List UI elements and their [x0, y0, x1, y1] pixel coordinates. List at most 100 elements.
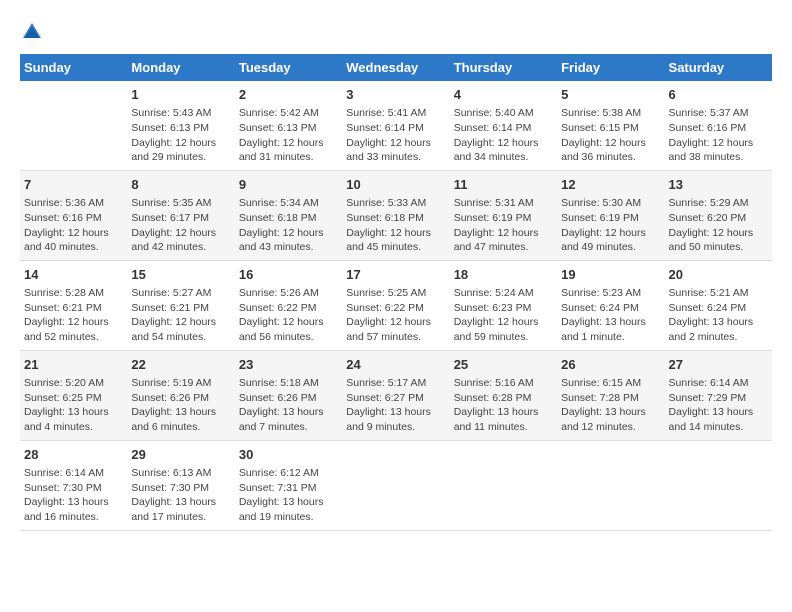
day-number: 18 — [454, 266, 553, 284]
day-info: Sunrise: 6:12 AM Sunset: 7:31 PM Dayligh… — [239, 466, 338, 525]
calendar-cell: 12 Sunrise: 5:30 AM Sunset: 6:19 PM Dayli… — [557, 170, 664, 260]
calendar-cell: 18 Sunrise: 5:24 AM Sunset: 6:23 PM Dayli… — [450, 260, 557, 350]
day-info: Sunrise: 5:41 AM Sunset: 6:14 PM Dayligh… — [346, 106, 445, 165]
day-number: 26 — [561, 356, 660, 374]
day-number: 20 — [669, 266, 768, 284]
day-info: Sunrise: 5:31 AM Sunset: 6:19 PM Dayligh… — [454, 196, 553, 255]
day-number: 12 — [561, 176, 660, 194]
day-info: Sunrise: 5:28 AM Sunset: 6:21 PM Dayligh… — [24, 286, 123, 345]
calendar-cell: 13 Sunrise: 5:29 AM Sunset: 6:20 PM Dayli… — [665, 170, 772, 260]
calendar-week-row: 14Sunrise: 5:28 AM Sunset: 6:21 PM Dayli… — [20, 260, 772, 350]
calendar-week-row: 7 Sunrise: 5:36 AM Sunset: 6:16 PM Daylig… — [20, 170, 772, 260]
day-info: Sunrise: 5:33 AM Sunset: 6:18 PM Dayligh… — [346, 196, 445, 255]
calendar-cell: 2 Sunrise: 5:42 AM Sunset: 6:13 PM Daylig… — [235, 81, 342, 170]
calendar-cell: 28 Sunrise: 6:14 AM Sunset: 7:30 PM Dayli… — [20, 440, 127, 530]
day-number: 16 — [239, 266, 338, 284]
day-info: Sunrise: 5:20 AM Sunset: 6:25 PM Dayligh… — [24, 376, 123, 435]
calendar-cell: 3 Sunrise: 5:41 AM Sunset: 6:14 PM Daylig… — [342, 81, 449, 170]
calendar-cell — [20, 81, 127, 170]
calendar-cell: 17 Sunrise: 5:25 AM Sunset: 6:22 PM Dayli… — [342, 260, 449, 350]
day-number: 24 — [346, 356, 445, 374]
day-info: Sunrise: 5:29 AM Sunset: 6:20 PM Dayligh… — [669, 196, 768, 255]
calendar-cell: 26Sunrise: 6:15 AM Sunset: 7:28 PM Dayli… — [557, 350, 664, 440]
day-number: 19 — [561, 266, 660, 284]
day-number: 11 — [454, 176, 553, 194]
calendar-cell: 1 Sunrise: 5:43 AM Sunset: 6:13 PM Daylig… — [127, 81, 234, 170]
weekday-header: Monday — [127, 54, 234, 81]
day-number: 1 — [131, 86, 230, 104]
day-info: Sunrise: 5:40 AM Sunset: 6:14 PM Dayligh… — [454, 106, 553, 165]
day-number: 5 — [561, 86, 660, 104]
calendar-cell — [665, 440, 772, 530]
weekday-header: Wednesday — [342, 54, 449, 81]
calendar-week-row: 1 Sunrise: 5:43 AM Sunset: 6:13 PM Daylig… — [20, 81, 772, 170]
weekday-header: Tuesday — [235, 54, 342, 81]
calendar-cell: 25Sunrise: 5:16 AM Sunset: 6:28 PM Dayli… — [450, 350, 557, 440]
calendar-cell: 9 Sunrise: 5:34 AM Sunset: 6:18 PM Daylig… — [235, 170, 342, 260]
day-info: Sunrise: 5:19 AM Sunset: 6:26 PM Dayligh… — [131, 376, 230, 435]
day-info: Sunrise: 5:36 AM Sunset: 6:16 PM Dayligh… — [24, 196, 123, 255]
logo — [20, 20, 48, 44]
day-number: 21 — [24, 356, 123, 374]
calendar-table: SundayMondayTuesdayWednesdayThursdayFrid… — [20, 54, 772, 531]
calendar-cell: 5 Sunrise: 5:38 AM Sunset: 6:15 PM Daylig… — [557, 81, 664, 170]
day-info: Sunrise: 5:27 AM Sunset: 6:21 PM Dayligh… — [131, 286, 230, 345]
calendar-cell: 6 Sunrise: 5:37 AM Sunset: 6:16 PM Daylig… — [665, 81, 772, 170]
day-info: Sunrise: 5:18 AM Sunset: 6:26 PM Dayligh… — [239, 376, 338, 435]
day-number: 7 — [24, 176, 123, 194]
calendar-cell: 14Sunrise: 5:28 AM Sunset: 6:21 PM Dayli… — [20, 260, 127, 350]
day-number: 25 — [454, 356, 553, 374]
calendar-cell: 24Sunrise: 5:17 AM Sunset: 6:27 PM Dayli… — [342, 350, 449, 440]
day-number: 28 — [24, 446, 123, 464]
calendar-cell: 16Sunrise: 5:26 AM Sunset: 6:22 PM Dayli… — [235, 260, 342, 350]
calendar-cell: 10 Sunrise: 5:33 AM Sunset: 6:18 PM Dayli… — [342, 170, 449, 260]
day-number: 13 — [669, 176, 768, 194]
day-info: Sunrise: 6:14 AM Sunset: 7:30 PM Dayligh… — [24, 466, 123, 525]
calendar-cell: 23Sunrise: 5:18 AM Sunset: 6:26 PM Dayli… — [235, 350, 342, 440]
calendar-cell: 30 Sunrise: 6:12 AM Sunset: 7:31 PM Dayli… — [235, 440, 342, 530]
calendar-cell — [342, 440, 449, 530]
day-number: 4 — [454, 86, 553, 104]
day-number: 10 — [346, 176, 445, 194]
day-number: 8 — [131, 176, 230, 194]
weekday-header-row: SundayMondayTuesdayWednesdayThursdayFrid… — [20, 54, 772, 81]
calendar-cell: 29 Sunrise: 6:13 AM Sunset: 7:30 PM Dayli… — [127, 440, 234, 530]
weekday-header: Thursday — [450, 54, 557, 81]
page-header — [20, 20, 772, 44]
day-info: Sunrise: 5:37 AM Sunset: 6:16 PM Dayligh… — [669, 106, 768, 165]
day-info: Sunrise: 5:38 AM Sunset: 6:15 PM Dayligh… — [561, 106, 660, 165]
calendar-cell: 4 Sunrise: 5:40 AM Sunset: 6:14 PM Daylig… — [450, 81, 557, 170]
day-number: 30 — [239, 446, 338, 464]
day-info: Sunrise: 5:30 AM Sunset: 6:19 PM Dayligh… — [561, 196, 660, 255]
calendar-cell: 15Sunrise: 5:27 AM Sunset: 6:21 PM Dayli… — [127, 260, 234, 350]
day-info: Sunrise: 5:23 AM Sunset: 6:24 PM Dayligh… — [561, 286, 660, 345]
calendar-cell: 7 Sunrise: 5:36 AM Sunset: 6:16 PM Daylig… — [20, 170, 127, 260]
day-info: Sunrise: 5:34 AM Sunset: 6:18 PM Dayligh… — [239, 196, 338, 255]
calendar-cell: 19 Sunrise: 5:23 AM Sunset: 6:24 PM Dayli… — [557, 260, 664, 350]
logo-icon — [20, 20, 44, 44]
day-info: Sunrise: 5:21 AM Sunset: 6:24 PM Dayligh… — [669, 286, 768, 345]
day-number: 6 — [669, 86, 768, 104]
day-number: 2 — [239, 86, 338, 104]
calendar-cell — [450, 440, 557, 530]
calendar-week-row: 21 Sunrise: 5:20 AM Sunset: 6:25 PM Dayli… — [20, 350, 772, 440]
calendar-cell: 11 Sunrise: 5:31 AM Sunset: 6:19 PM Dayli… — [450, 170, 557, 260]
day-info: Sunrise: 5:43 AM Sunset: 6:13 PM Dayligh… — [131, 106, 230, 165]
weekday-header: Saturday — [665, 54, 772, 81]
calendar-cell: 8 Sunrise: 5:35 AM Sunset: 6:17 PM Daylig… — [127, 170, 234, 260]
day-info: Sunrise: 5:25 AM Sunset: 6:22 PM Dayligh… — [346, 286, 445, 345]
day-number: 17 — [346, 266, 445, 284]
day-number: 3 — [346, 86, 445, 104]
day-info: Sunrise: 6:13 AM Sunset: 7:30 PM Dayligh… — [131, 466, 230, 525]
weekday-header: Friday — [557, 54, 664, 81]
day-info: Sunrise: 5:24 AM Sunset: 6:23 PM Dayligh… — [454, 286, 553, 345]
calendar-cell — [557, 440, 664, 530]
day-info: Sunrise: 5:35 AM Sunset: 6:17 PM Dayligh… — [131, 196, 230, 255]
day-number: 22 — [131, 356, 230, 374]
day-info: Sunrise: 6:14 AM Sunset: 7:29 PM Dayligh… — [669, 376, 768, 435]
day-number: 27 — [669, 356, 768, 374]
day-number: 9 — [239, 176, 338, 194]
calendar-cell: 22 Sunrise: 5:19 AM Sunset: 6:26 PM Dayli… — [127, 350, 234, 440]
day-number: 29 — [131, 446, 230, 464]
day-info: Sunrise: 5:42 AM Sunset: 6:13 PM Dayligh… — [239, 106, 338, 165]
